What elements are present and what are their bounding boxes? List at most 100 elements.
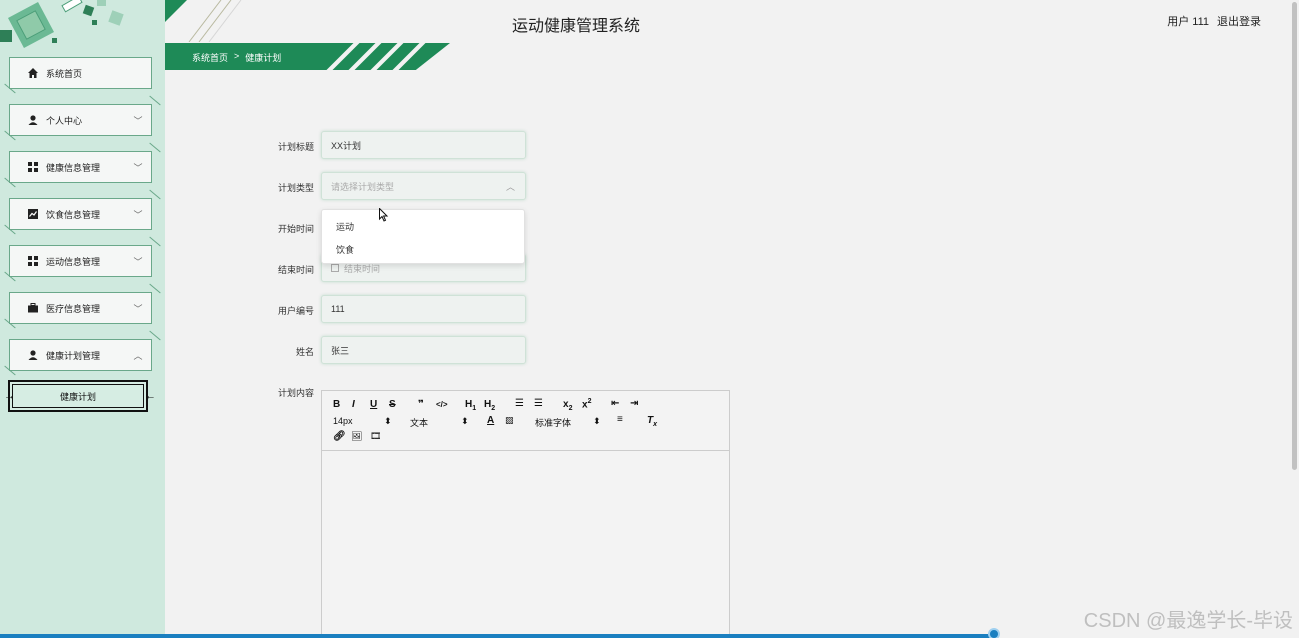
app-title: 运动健康管理系统: [512, 18, 641, 35]
name-input-value: 张三: [331, 345, 350, 356]
type-label: 计划类型: [277, 183, 314, 193]
grid-icon: [27, 161, 39, 173]
sidebar-item-health-plan[interactable]: 健康计划管理 ︿: [9, 339, 152, 371]
type-option-diet[interactable]: 饮食: [336, 243, 354, 256]
progress-handle[interactable]: [988, 628, 1000, 638]
sidebar: 系统首页 个人中心 ﹀ 健康信息管理 ﹀ 饮食信息管理 ﹀ 运动信息管理 ﹀ 医…: [0, 0, 165, 638]
title-label: 计划标题: [277, 142, 314, 152]
chevron-down-icon: ﹀: [133, 162, 143, 173]
header1-button[interactable]: H1: [465, 399, 476, 412]
select-arrows-icon: ⬍: [384, 416, 392, 426]
chevron-up-icon: ︿: [505, 181, 515, 192]
select-arrows-icon: ⬍: [593, 416, 601, 426]
breadcrumb-home[interactable]: 系统首页: [192, 51, 228, 64]
sidebar-item-label: 饮食信息管理: [46, 209, 101, 220]
chevron-down-icon: ﹀: [133, 303, 143, 314]
breadcrumb-separator: >: [234, 51, 240, 61]
font-size-select[interactable]: 14px: [333, 416, 353, 426]
grid-icon: [27, 255, 39, 267]
home-icon: [27, 67, 39, 79]
sidebar-item-exercise-info[interactable]: 运动信息管理 ﹀: [9, 245, 152, 277]
user-icon: [27, 114, 39, 126]
submenu-item-label: 健康计划: [59, 391, 96, 402]
header2-button[interactable]: H2: [484, 399, 495, 412]
video-icon[interactable]: 🎞︎: [370, 431, 381, 442]
progress-bar: [0, 634, 995, 638]
decor-square: [52, 38, 57, 43]
block-type-select[interactable]: 文本: [410, 416, 428, 429]
briefcase-icon: [27, 302, 39, 314]
decor-square: [0, 30, 12, 42]
user-label: 用户 111: [1167, 16, 1209, 28]
end-label: 结束时间: [277, 265, 314, 275]
subscript-button[interactable]: x2: [563, 399, 572, 412]
bullet-list-icon[interactable]: ☰: [534, 398, 543, 409]
user-icon: [27, 349, 39, 361]
image-icon[interactable]: 🖼︎: [351, 431, 362, 442]
link-icon[interactable]: 🔗︎: [333, 431, 346, 442]
bold-button[interactable]: B: [333, 399, 340, 410]
chevron-up-icon: ︿: [133, 350, 143, 361]
decor-square: [82, 4, 95, 17]
background-color-icon[interactable]: ▨: [505, 415, 514, 426]
chevron-down-icon: ﹀: [133, 256, 143, 267]
clear-format-icon[interactable]: Tx: [647, 415, 657, 428]
italic-button[interactable]: I: [352, 399, 355, 410]
select-arrows-icon: ⬍: [461, 416, 469, 426]
font-family-select[interactable]: 标准字体: [535, 416, 571, 429]
submenu-item-health-plan[interactable]: → 健康计划 ←: [4, 380, 156, 412]
blockquote-icon[interactable]: ❞: [418, 399, 424, 410]
sidebar-item-label: 健康信息管理: [46, 162, 101, 173]
page-scrollbar[interactable]: [1290, 0, 1299, 638]
type-select[interactable]: 请选择计划类型 ︿: [321, 172, 526, 200]
scrollbar-thumb[interactable]: [1292, 2, 1297, 470]
editor-toolbar: B I U S ❞ </> H1 H2 ☰ ☰ x2 x2 ⇤ ⇥ 14px ⬍…: [322, 391, 729, 451]
content-label: 计划内容: [277, 388, 314, 398]
rich-text-editor: B I U S ❞ </> H1 H2 ☰ ☰ x2 x2 ⇤ ⇥ 14px ⬍…: [321, 390, 730, 638]
userid-label: 用户编号: [277, 306, 314, 316]
user-area: 用户 111 退出登录: [1167, 13, 1261, 29]
ordered-list-icon[interactable]: ☰: [515, 398, 524, 409]
userid-input[interactable]: 111: [321, 295, 526, 323]
breadcrumb: 系统首页 > 健康计划: [192, 51, 281, 64]
calendar-icon: [331, 264, 339, 272]
breadcrumb-current: 健康计划: [245, 53, 282, 63]
indent-icon[interactable]: ⇥: [630, 398, 638, 409]
align-icon[interactable]: ≡: [617, 414, 623, 425]
underline-button[interactable]: U: [370, 399, 377, 410]
chevron-down-icon: ﹀: [133, 115, 143, 126]
logout-link[interactable]: 退出登录: [1217, 13, 1261, 29]
sidebar-item-medical-info[interactable]: 医疗信息管理 ﹀: [9, 292, 152, 324]
font-color-button[interactable]: A: [487, 415, 494, 426]
sidebar-item-label: 系统首页: [46, 68, 83, 79]
sidebar-item-diet-info[interactable]: 饮食信息管理 ﹀: [9, 198, 152, 230]
header-decor: [165, 0, 245, 42]
name-input[interactable]: 张三: [321, 336, 526, 364]
superscript-button[interactable]: x2: [582, 398, 591, 410]
title-input[interactable]: XX计划: [321, 131, 526, 159]
sidebar-item-health-info[interactable]: 健康信息管理 ﹀: [9, 151, 152, 183]
name-label: 姓名: [295, 347, 314, 357]
start-label: 开始时间: [277, 224, 314, 234]
watermark: CSDN @最逸学长-毕设: [1083, 610, 1293, 632]
arrow-left-icon: ←: [145, 390, 156, 402]
arrow-right-icon: →: [4, 390, 15, 402]
type-select-placeholder: 请选择计划类型: [331, 181, 395, 192]
decor-square: [92, 20, 97, 25]
sidebar-item-label: 运动信息管理: [46, 256, 101, 267]
editor-content-area[interactable]: [322, 452, 729, 638]
sidebar-item-label: 健康计划管理: [46, 350, 101, 361]
decor-square: [61, 0, 83, 13]
sidebar-item-label: 个人中心: [46, 115, 83, 126]
sidebar-item-personal-center[interactable]: 个人中心 ﹀: [9, 104, 152, 136]
sidebar-item-home[interactable]: 系统首页: [9, 57, 152, 89]
strike-button[interactable]: S: [389, 399, 396, 410]
code-icon[interactable]: </>: [436, 400, 448, 409]
chart-icon: [27, 208, 39, 220]
chevron-down-icon: ﹀: [133, 209, 143, 220]
mouse-cursor-icon: [379, 208, 389, 222]
userid-input-value: 111: [331, 304, 345, 314]
type-option-exercise[interactable]: 运动: [336, 220, 354, 233]
decor-square: [97, 0, 106, 6]
outdent-icon[interactable]: ⇤: [611, 398, 619, 409]
